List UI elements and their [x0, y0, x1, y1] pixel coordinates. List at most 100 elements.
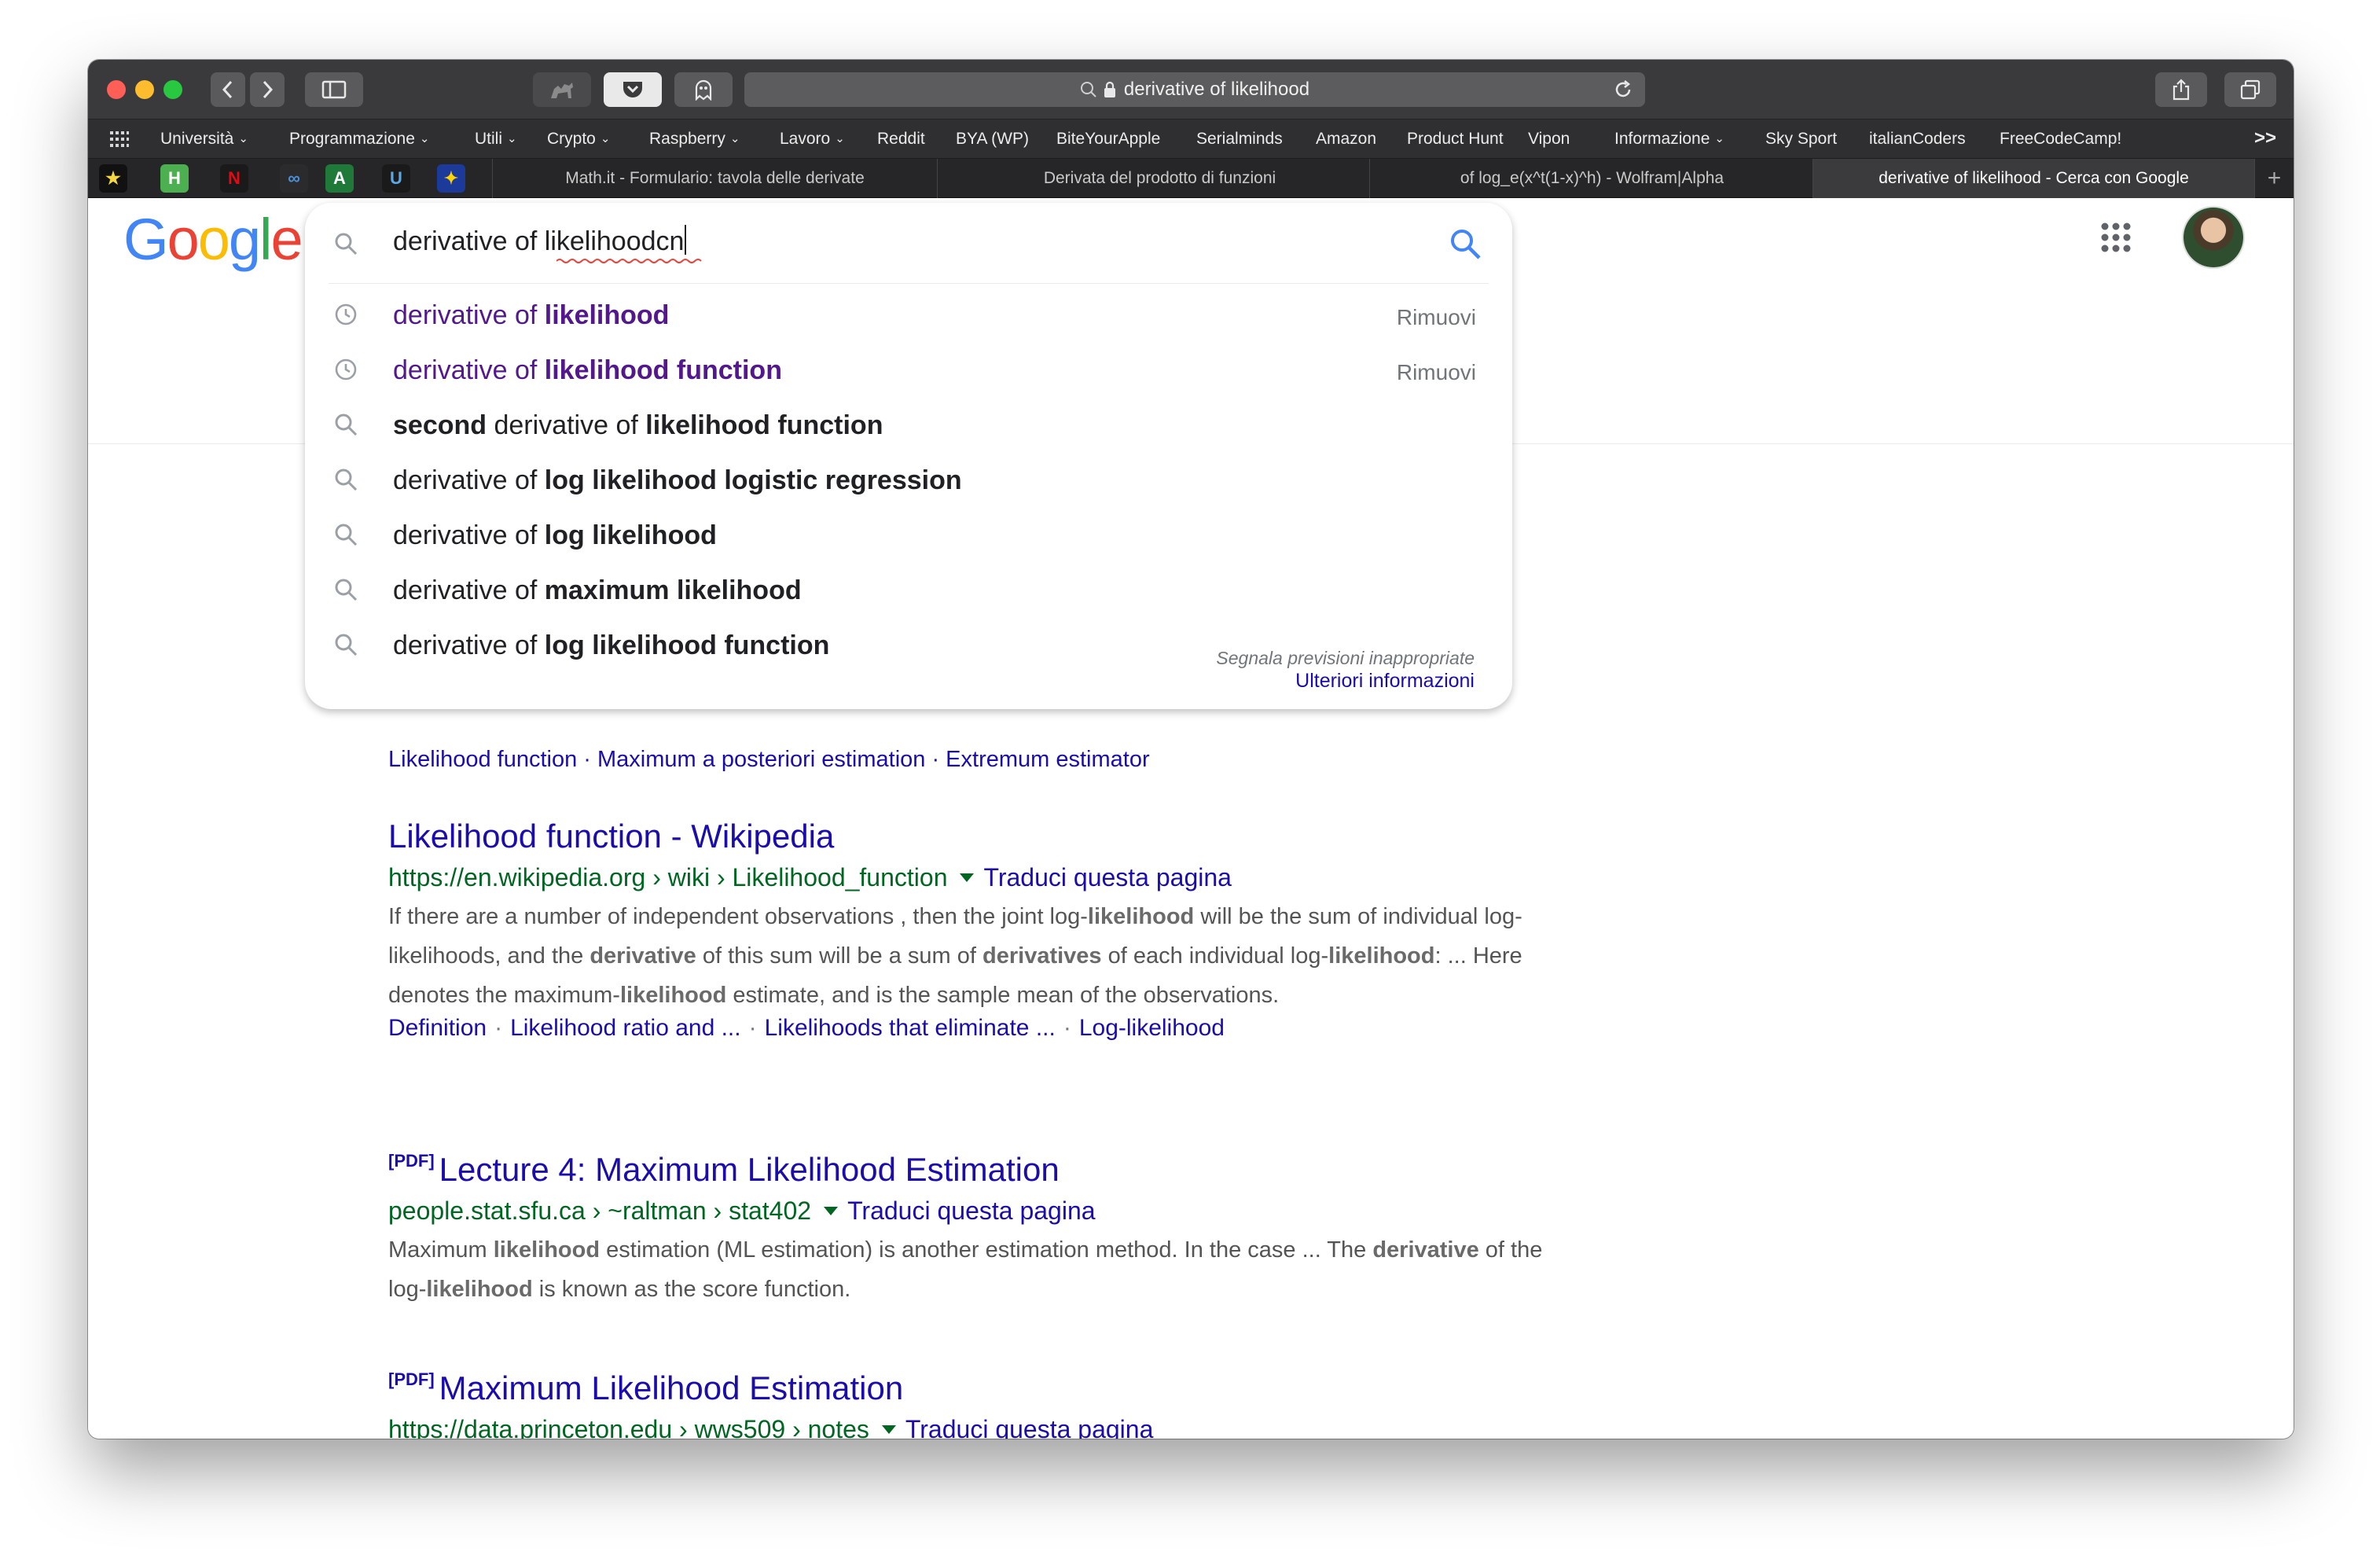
result-title-link[interactable]: [PDF] Maximum Likelihood Estimation: [388, 1369, 1567, 1407]
suggestion-text: derivative of likelihood function: [393, 355, 782, 386]
browser-tab[interactable]: Math.it - Formulario: tavola delle deriv…: [492, 159, 937, 198]
new-tab-button[interactable]: +: [2254, 159, 2294, 198]
sitelink[interactable]: Likelihoods that eliminate ...: [765, 1015, 1056, 1041]
pinned-tab[interactable]: U: [382, 164, 410, 193]
bookmarks-overflow-button[interactable]: >>: [2254, 127, 2276, 149]
forward-button[interactable]: [250, 72, 285, 107]
search-icon: [335, 524, 358, 546]
bookmark-italiancoders[interactable]: italianCoders: [1869, 130, 1966, 149]
more-info-link[interactable]: Ulteriori informazioni: [1295, 670, 1475, 693]
tab-title: of log_e(x^t(1-x)^h) - Wolfram|Alpha: [1460, 169, 1724, 187]
back-button[interactable]: [211, 72, 245, 107]
chevron-left-icon: [222, 80, 233, 99]
separator-dot: ·: [748, 1015, 757, 1041]
close-window-button[interactable]: [107, 80, 126, 99]
bookmark-sky-sport[interactable]: Sky Sport: [1765, 130, 1837, 149]
remove-history-button[interactable]: Rimuovi: [1397, 360, 1476, 385]
result-snippet: If there are a number of independent obs…: [388, 897, 1567, 1015]
history-suggestion[interactable]: derivative of likelihood function Rimuovi: [305, 341, 1512, 396]
camelcamelcamel-extension-button[interactable]: [533, 72, 591, 107]
sitelink[interactable]: Likelihood ratio and ...: [510, 1015, 741, 1041]
caret-down-icon[interactable]: [960, 873, 975, 882]
pocket-extension-button[interactable]: [604, 72, 662, 107]
bookmark-vipon[interactable]: Vipon: [1528, 130, 1570, 149]
search-result: [PDF] Maximum Likelihood Estimation https:…: [388, 1369, 1567, 1439]
sitelink[interactable]: Definition: [388, 1015, 487, 1041]
apps-grid-icon[interactable]: [110, 131, 129, 149]
spellcheck-underline: [556, 259, 702, 263]
bookmark-label: Lavoro: [780, 130, 831, 148]
result-url[interactable]: https://en.wikipedia.org › wiki › Likeli…: [388, 863, 947, 891]
suggestions-divider: [329, 283, 1489, 284]
translate-page-link[interactable]: Traduci questa pagina: [983, 863, 1231, 891]
bookmark-informazione[interactable]: Informazione ⌄: [1614, 130, 1724, 149]
zoom-window-button[interactable]: [163, 80, 182, 99]
pocket-icon: [623, 82, 642, 97]
separator-dot: ·: [1063, 1015, 1071, 1041]
minimize-window-button[interactable]: [135, 80, 154, 99]
search-suggestion[interactable]: second derivative of likelihood function: [305, 396, 1512, 451]
suggestion-text-part: log likelihood: [544, 520, 717, 550]
remove-history-button[interactable]: Rimuovi: [1397, 305, 1476, 330]
caret-down-icon[interactable]: [881, 1425, 896, 1434]
search-row: derivative of likelihoodcn: [305, 203, 1512, 281]
result-title-link[interactable]: [PDF] Lecture 4: Maximum Likelihood Estim…: [388, 1151, 1567, 1189]
result-title-link[interactable]: Likelihood function - Wikipedia: [388, 818, 1567, 855]
report-predictions-link[interactable]: Segnala previsioni inappropriate: [1216, 648, 1475, 669]
bookmark-product-hunt[interactable]: Product Hunt: [1407, 130, 1504, 149]
pinned-tab[interactable]: ✦: [437, 164, 465, 193]
snippet-text-part: likelihood: [1087, 904, 1195, 929]
pinned-tab-favicon-icon: U: [390, 168, 402, 188]
tab-overview-button[interactable]: [2224, 72, 2276, 107]
bookmark-serialminds[interactable]: Serialminds: [1196, 130, 1283, 149]
bookmark-biteyourapple[interactable]: BiteYourApple: [1056, 130, 1160, 149]
result-title-text: Maximum Likelihood Estimation: [439, 1369, 904, 1406]
address-bar[interactable]: derivative of likelihood: [744, 72, 1645, 107]
result-url[interactable]: people.stat.sfu.ca › ~raltman › stat402: [388, 1197, 811, 1225]
result-url-row: https://en.wikipedia.org › wiki › Likeli…: [388, 863, 1567, 892]
history-suggestion[interactable]: derivative of likelihood Rimuovi: [305, 286, 1512, 341]
browser-tab[interactable]: Derivata del prodotto di funzioni: [937, 159, 1382, 198]
browser-tab[interactable]: of log_e(x^t(1-x)^h) - Wolfram|Alpha: [1369, 159, 1814, 198]
bookmark-lavoro[interactable]: Lavoro ⌄: [780, 130, 845, 149]
pinned-tab[interactable]: H: [160, 164, 189, 193]
reload-icon[interactable]: [1612, 79, 1634, 101]
translate-page-link[interactable]: Traduci questa pagina: [847, 1197, 1095, 1225]
bookmark-programmazione[interactable]: Programmazione ⌄: [289, 130, 429, 149]
bookmark-raspberry[interactable]: Raspberry ⌄: [649, 130, 740, 149]
bookmark-amazon[interactable]: Amazon: [1316, 130, 1376, 149]
bookmark-utili[interactable]: Utili ⌄: [475, 130, 517, 149]
search-suggestion[interactable]: derivative of log likelihood logistic re…: [305, 451, 1512, 506]
bookmark-universit-[interactable]: Università ⌄: [160, 130, 248, 149]
suggestion-text-part: derivative of: [393, 300, 545, 330]
search-input-value: derivative of likelihoodcn: [393, 226, 685, 256]
chevron-down-icon: ⌄: [419, 132, 430, 145]
google-logo[interactable]: Google: [123, 206, 303, 273]
result-url[interactable]: https://data.princeton.edu › wws509 › no…: [388, 1415, 869, 1439]
google-apps-icon[interactable]: [2100, 222, 2132, 253]
share-button[interactable]: [2155, 72, 2207, 107]
partial-related-links[interactable]: Likelihood function · Maximum a posterio…: [388, 747, 1150, 773]
bookmark-crypto[interactable]: Crypto ⌄: [547, 130, 610, 149]
ghostery-extension-button[interactable]: [674, 72, 733, 107]
sidebar-toggle-button[interactable]: [305, 72, 363, 107]
account-avatar[interactable]: [2184, 208, 2243, 267]
search-suggestion[interactable]: derivative of log likelihood: [305, 506, 1512, 561]
search-input[interactable]: derivative of likelihoodcn: [393, 225, 702, 263]
text-caret: [685, 225, 687, 255]
tab-title: Math.it - Formulario: tavola delle deriv…: [565, 169, 865, 187]
pinned-tab[interactable]: A: [325, 164, 354, 193]
pinned-tab[interactable]: ★: [99, 164, 127, 193]
camel-icon: [551, 83, 573, 98]
browser-tab[interactable]: derivative of likelihood - Cerca con Goo…: [1813, 159, 2254, 198]
bookmark-bya-wp-[interactable]: BYA (WP): [956, 130, 1029, 149]
search-suggestion[interactable]: derivative of maximum likelihood: [305, 561, 1512, 616]
bookmark-reddit[interactable]: Reddit: [877, 130, 925, 149]
pinned-tab[interactable]: N: [220, 164, 248, 193]
translate-page-link[interactable]: Traduci questa pagina: [905, 1415, 1153, 1439]
pinned-tab[interactable]: ∞: [280, 164, 308, 193]
search-submit-icon[interactable]: [1448, 226, 1482, 261]
caret-down-icon[interactable]: [824, 1207, 839, 1215]
bookmark-freecodecamp-[interactable]: FreeCodeCamp!: [2000, 130, 2121, 149]
sitelink[interactable]: Log-likelihood: [1079, 1015, 1225, 1041]
